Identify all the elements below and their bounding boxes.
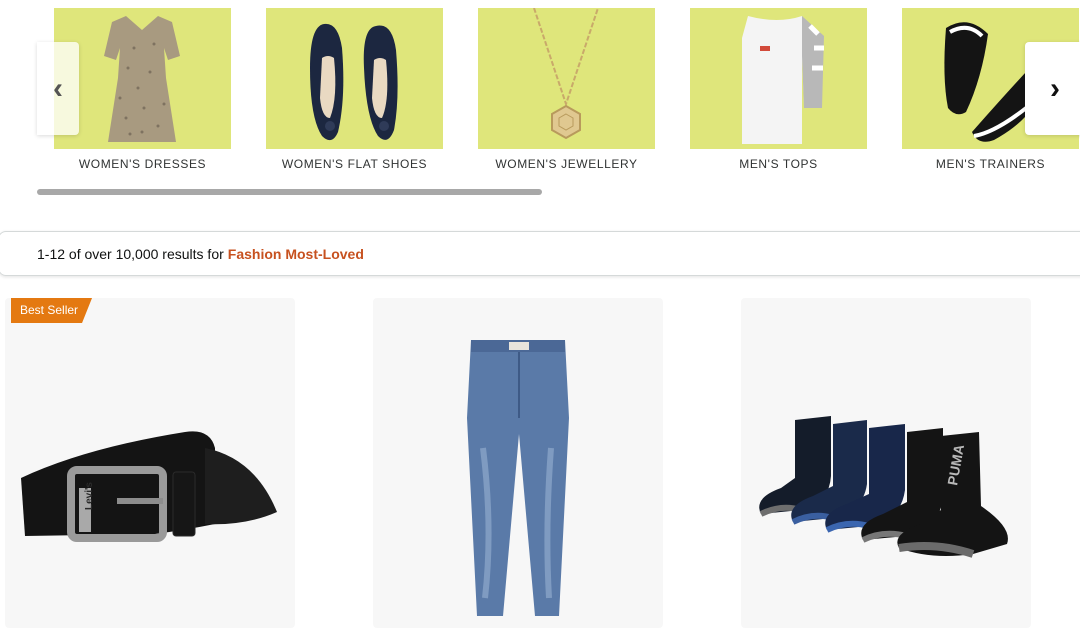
category-label[interactable]: WOMEN'S FLAT SHOES [266, 157, 443, 171]
chevron-left-icon: ‹ [53, 71, 63, 105]
category-carousel: WOMEN'S DRESSES WOMEN'S FLAT SHOES WOMEN… [0, 0, 1080, 210]
product-card-belt[interactable]: Best Seller Levi's [5, 298, 295, 628]
category-label[interactable]: WOMEN'S JEWELLERY [478, 157, 655, 171]
category-label[interactable]: WOMEN'S DRESSES [54, 157, 231, 171]
carousel-scrollbar-thumb[interactable] [37, 189, 542, 195]
category-tile-womens-dresses[interactable]: WOMEN'S DRESSES [54, 8, 231, 171]
results-count-text: 1-12 of over 10,000 results for [37, 245, 224, 262]
best-seller-badge: Best Seller [11, 298, 92, 323]
category-label[interactable]: MEN'S TRAINERS [902, 157, 1079, 171]
flat-shoes-image[interactable] [266, 8, 443, 149]
results-query-text: Fashion Most-Loved [227, 245, 364, 262]
chevron-right-icon: › [1050, 71, 1060, 105]
necklace-image[interactable] [478, 8, 655, 149]
product-card-jeans[interactable] [373, 298, 663, 628]
carousel-prev-button[interactable]: ‹ [37, 42, 79, 135]
results-summary-bar: 1-12 of over 10,000 results for Fashion … [0, 231, 1080, 276]
jeans-image[interactable] [373, 298, 663, 628]
belt-image[interactable]: Levi's [5, 298, 295, 628]
carousel-next-button[interactable]: › [1025, 42, 1080, 135]
dress-image[interactable] [54, 8, 231, 149]
socks-image[interactable]: PUMA [741, 298, 1031, 628]
category-tile-womens-jewellery[interactable]: WOMEN'S JEWELLERY [478, 8, 655, 171]
carousel-scrollbar[interactable] [37, 189, 1047, 195]
category-tile-mens-tops[interactable]: MEN'S TOPS [690, 8, 867, 171]
sweatshirt-image[interactable] [690, 8, 867, 149]
levis-brand-mark: Levi's [84, 482, 95, 510]
category-label[interactable]: MEN'S TOPS [690, 157, 867, 171]
category-tile-womens-flat-shoes[interactable]: WOMEN'S FLAT SHOES [266, 8, 443, 171]
product-card-socks[interactable]: PUMA [741, 298, 1031, 628]
